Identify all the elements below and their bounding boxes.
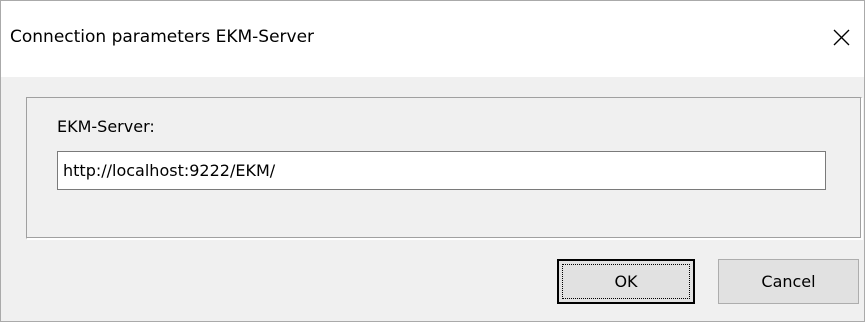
cancel-button[interactable]: Cancel (718, 259, 859, 304)
cancel-button-label: Cancel (761, 272, 816, 291)
title-bar: Connection parameters EKM-Server (1, 1, 864, 77)
dialog-title: Connection parameters EKM-Server (10, 27, 315, 47)
ok-button[interactable]: OK (557, 259, 695, 304)
close-button[interactable] (821, 17, 861, 57)
close-icon (833, 29, 850, 46)
server-label: EKM-Server: (57, 117, 155, 136)
server-url-input[interactable] (57, 151, 826, 190)
focus-rectangle (562, 264, 690, 299)
